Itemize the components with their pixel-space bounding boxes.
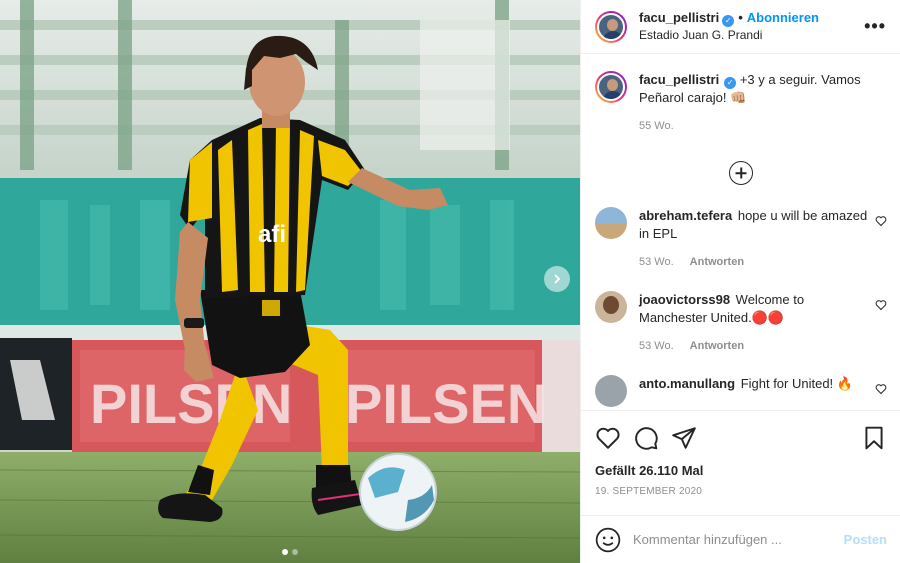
comment-composer: Posten [581, 515, 900, 563]
comments-list[interactable]: facu_pellistri ✓ +3 y a seguir. Vamos Peñ… [581, 55, 900, 410]
post-actions: Gefällt 26.110 Mal 19. SEPTEMBER 2020 [581, 410, 900, 497]
follow-button[interactable]: Abonnieren [747, 10, 819, 25]
next-slide-button[interactable] [544, 266, 570, 292]
verified-badge-icon: ✓ [724, 77, 737, 89]
post-comment-button[interactable]: Posten [844, 532, 887, 547]
header-separator: • [738, 10, 743, 25]
plus-circle-icon [729, 161, 753, 185]
comment-item: joaovictorss98 Welcome to Manchester Uni… [581, 291, 900, 355]
heart-outline-icon[interactable] [875, 299, 887, 311]
emoji-icon[interactable] [595, 527, 621, 553]
post-header: facu_pellistri ✓ • Abonnieren Estadio Juan … [581, 0, 900, 54]
caption-username[interactable]: facu_pellistri [639, 72, 719, 87]
heart-outline-icon[interactable] [875, 215, 887, 227]
load-more-comments-button[interactable] [581, 161, 900, 185]
comment-time: 53 Wo. [639, 340, 674, 352]
reply-button[interactable]: Antworten [690, 340, 744, 352]
photo-scene: PILSEN PILSEN afi [0, 0, 580, 563]
comment-item: abreham.tefera hope u will be amazed in … [581, 207, 900, 271]
post-sidebar: facu_pellistri ✓ • Abonnieren Estadio Juan … [580, 0, 900, 563]
comment-username[interactable]: anto.manullang [639, 376, 735, 391]
comment-item: anto.manullang Fight for United! 🔥 [581, 375, 900, 407]
like-heart-icon[interactable] [595, 425, 621, 451]
post-location[interactable]: Estadio Juan G. Prandi [639, 27, 819, 44]
author-avatar[interactable] [595, 10, 627, 43]
soccer-ball [359, 453, 437, 531]
post-date: 19. SEPTEMBER 2020 [595, 486, 702, 497]
shirt-sponsor: afi [258, 221, 286, 248]
share-send-icon[interactable] [671, 425, 697, 451]
comment-text: Fight for United! 🔥 [740, 376, 853, 391]
slide-dot-active [282, 549, 288, 555]
comment-username[interactable]: joaovictorss98 [639, 292, 730, 307]
likes-count[interactable]: Gefällt 26.110 Mal [595, 463, 887, 478]
slide-dot [292, 549, 298, 555]
comment-input[interactable] [633, 532, 844, 547]
chevron-right-icon [554, 274, 561, 284]
commenter-avatar[interactable] [595, 207, 627, 239]
comment-bubble-icon[interactable] [633, 425, 659, 451]
slide-indicator [0, 549, 580, 555]
author-username[interactable]: facu_pellistri [639, 10, 719, 25]
bookmark-save-icon[interactable] [861, 425, 887, 451]
commenter-avatar[interactable] [595, 375, 627, 407]
verified-badge-icon: ✓ [722, 15, 735, 27]
caption-avatar[interactable] [595, 71, 627, 103]
post-photo[interactable]: PILSEN PILSEN afi [0, 0, 580, 563]
reply-button[interactable]: Antworten [690, 256, 744, 268]
comment-username[interactable]: abreham.tefera [639, 208, 732, 223]
banner-text-2: PILSEN [345, 372, 547, 435]
heart-outline-icon[interactable] [875, 383, 887, 395]
post-caption: facu_pellistri ✓ +3 y a seguir. Vamos Peñ… [581, 55, 900, 135]
caption-time: 55 Wo. [639, 120, 674, 132]
more-options-icon[interactable]: ••• [864, 16, 886, 37]
comment-time: 53 Wo. [639, 256, 674, 268]
banner-text-1: PILSEN [90, 372, 292, 435]
commenter-avatar[interactable] [595, 291, 627, 323]
